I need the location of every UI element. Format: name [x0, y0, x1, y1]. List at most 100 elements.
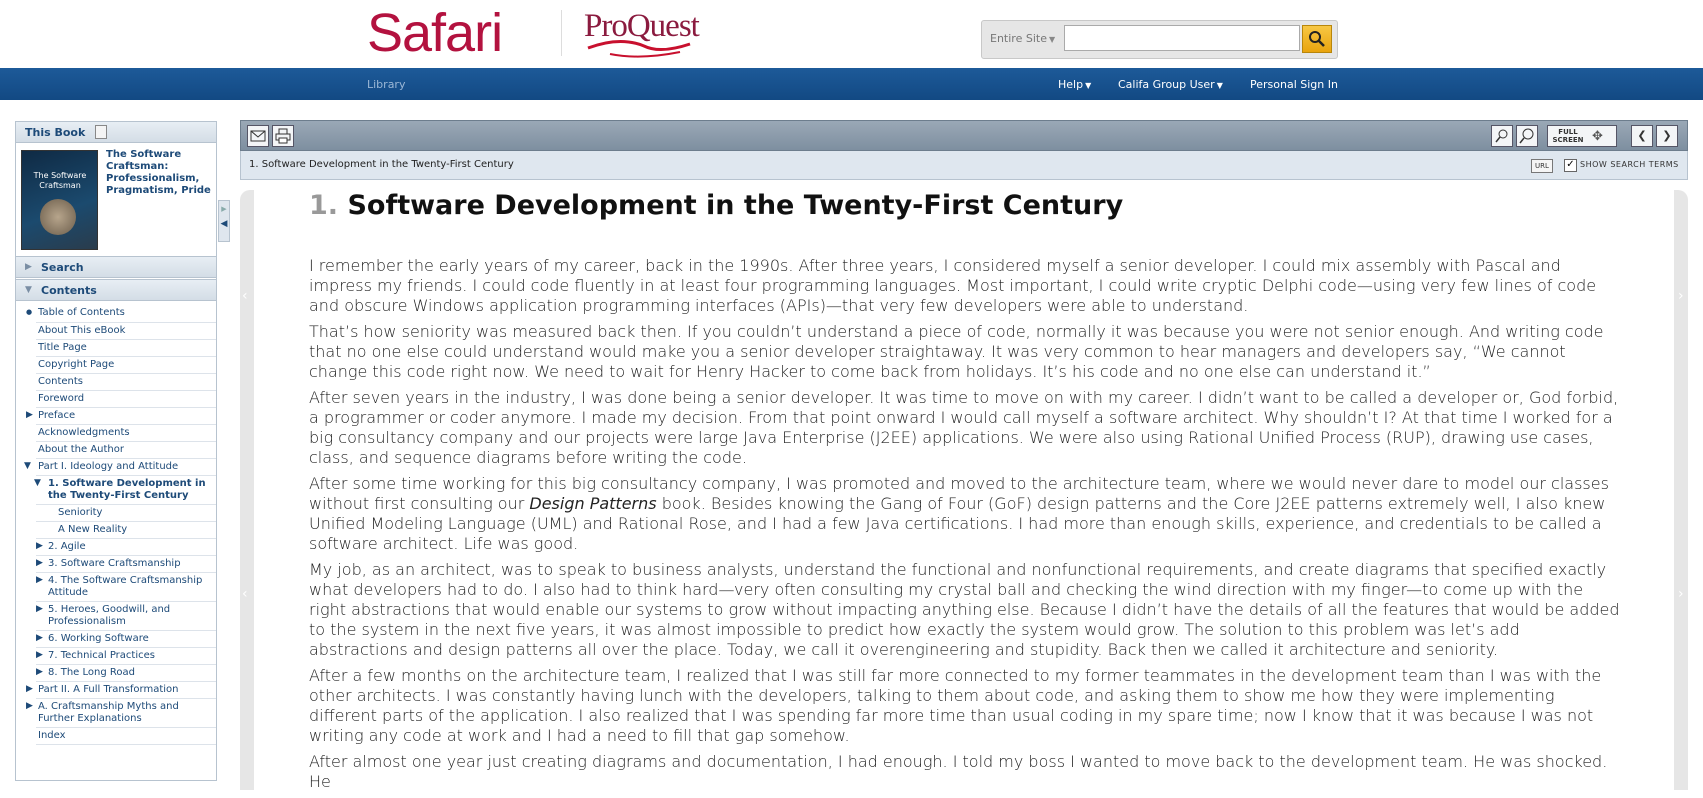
- chevron-right-icon[interactable]: ▶: [36, 667, 43, 677]
- divider: [36, 322, 216, 323]
- chevron-right-icon: ❯: [1662, 129, 1672, 142]
- sidebar-contents-label: Contents: [41, 284, 97, 297]
- breadcrumb-current: 1. Software Development in the Twenty-Fi…: [249, 159, 514, 170]
- chevron-down-icon: ▼: [25, 285, 32, 295]
- divider: [36, 698, 216, 699]
- chapter-body: I remember the early years of my career,…: [309, 256, 1621, 798]
- toc-item-index[interactable]: Index: [38, 730, 66, 742]
- chevron-right-icon[interactable]: ▶: [36, 633, 43, 643]
- cover-art: [40, 199, 76, 235]
- paragraph: After a few months on the architecture t…: [309, 666, 1602, 745]
- divider: [36, 424, 216, 425]
- book-title-link[interactable]: The Software Craftsman: Professionalism,…: [106, 149, 211, 197]
- toc-item-preface[interactable]: Preface: [38, 410, 75, 422]
- chevron-right-icon[interactable]: ▶: [36, 650, 43, 660]
- print-button[interactable]: [272, 125, 294, 147]
- toc-item-chapter-4[interactable]: 4. The Software Craftsmanship Attitude: [48, 575, 208, 599]
- divider: [36, 475, 216, 476]
- toc-item-part-2[interactable]: Part II. A Full Transformation: [38, 684, 179, 696]
- chevron-down-icon: ▼: [1048, 35, 1056, 44]
- sidebar-search-section[interactable]: ▶ Search: [16, 256, 216, 278]
- toc-item-chapter-2[interactable]: 2. Agile: [48, 541, 86, 553]
- toc-item-part-1[interactable]: Part I. Ideology and Attitude: [38, 461, 178, 473]
- toc-item-chapter-1-current[interactable]: 1. Software Development in the Twenty-Fi…: [48, 478, 208, 502]
- toc-item-appendix-a[interactable]: A. Craftsmanship Myths and Further Expla…: [38, 701, 208, 725]
- toc-item-about-ebook[interactable]: About This eBook: [38, 325, 125, 337]
- toc-item-new-reality[interactable]: A New Reality: [58, 524, 127, 536]
- chevron-right-icon[interactable]: ▶: [36, 541, 43, 551]
- chevron-down-icon[interactable]: ▼: [34, 478, 41, 488]
- book-reference: Design Patterns: [529, 494, 657, 513]
- toc-item-copyright[interactable]: Copyright Page: [38, 359, 114, 371]
- chevron-right-icon[interactable]: ▶: [36, 604, 43, 614]
- divider: [36, 441, 216, 442]
- logo-divider: [561, 10, 562, 56]
- header: Safari ProQuest Entire Site ▼: [0, 0, 1703, 68]
- nav-library-link[interactable]: Library: [367, 78, 405, 91]
- nav-sign-in-link[interactable]: Personal Sign In: [1250, 78, 1338, 91]
- toc-item-seniority[interactable]: Seniority: [58, 507, 102, 519]
- previous-page-edge[interactable]: ‹ ‹: [240, 190, 254, 790]
- divider: [36, 504, 216, 505]
- zoom-out-button[interactable]: [1491, 125, 1513, 147]
- url-button[interactable]: URL: [1531, 159, 1553, 173]
- sidebar-contents-section[interactable]: ▼ Contents: [16, 279, 216, 301]
- chevron-down-icon[interactable]: ▼: [24, 461, 31, 471]
- toc-item-about-author[interactable]: About the Author: [38, 444, 124, 456]
- previous-page-button[interactable]: ❮: [1631, 125, 1653, 147]
- toc-item-title-page[interactable]: Title Page: [38, 342, 87, 354]
- divider: [36, 458, 216, 459]
- fullscreen-label: FULL SCREEN: [1552, 128, 1584, 144]
- chevron-right-icon[interactable]: ▶: [26, 684, 33, 694]
- fullscreen-button[interactable]: FULL SCREEN ✥: [1547, 125, 1617, 147]
- search-box: Entire Site ▼: [981, 20, 1338, 59]
- next-page-button[interactable]: ❯: [1656, 125, 1678, 147]
- nav-help-label: Help: [1058, 78, 1084, 91]
- safari-logo[interactable]: Safari: [367, 2, 503, 64]
- show-search-terms-checkbox[interactable]: ✓: [1564, 159, 1577, 172]
- toc-item-foreword[interactable]: Foreword: [38, 393, 84, 405]
- chevron-right-icon[interactable]: ▶: [36, 575, 43, 585]
- divider: [36, 727, 216, 728]
- chevron-right-icon[interactable]: ▶: [26, 701, 33, 711]
- next-page-edge[interactable]: › ›: [1674, 190, 1688, 790]
- divider: [36, 572, 216, 573]
- toc-item-chapter-7[interactable]: 7. Technical Practices: [48, 650, 155, 662]
- divider: [36, 601, 216, 602]
- this-book-label: This Book: [25, 126, 86, 139]
- book-info-icon[interactable]: [95, 125, 107, 139]
- divider: [36, 390, 216, 391]
- nav-help-menu[interactable]: Help ▼: [1058, 78, 1091, 91]
- divider: [36, 538, 216, 539]
- cover-title: The Software Craftsman: [33, 171, 87, 190]
- toc-item-contents[interactable]: Contents: [38, 376, 83, 388]
- divider: [36, 664, 216, 665]
- chevron-right-icon[interactable]: ▶: [36, 558, 43, 568]
- search-input[interactable]: [1064, 25, 1300, 51]
- envelope-icon: [250, 130, 266, 142]
- chevron-left-icon: ‹: [242, 288, 248, 304]
- toc-item-chapter-6[interactable]: 6. Working Software: [48, 633, 149, 645]
- printer-icon: [275, 128, 291, 144]
- chevron-right-icon[interactable]: ▶: [26, 410, 33, 420]
- sidebar-search-label: Search: [41, 261, 84, 274]
- toc-item-table-of-contents[interactable]: Table of Contents: [38, 307, 125, 319]
- divider: [36, 744, 216, 745]
- zoom-in-icon: [1519, 128, 1534, 144]
- sidebar-collapse-toggle[interactable]: ▶ ◀: [218, 200, 230, 242]
- search-button[interactable]: [1302, 25, 1332, 53]
- chevron-right-icon: ›: [1678, 288, 1684, 304]
- email-button[interactable]: [247, 125, 269, 147]
- search-scope-select[interactable]: Entire Site ▼: [990, 32, 1055, 45]
- book-cover-image[interactable]: The Software Craftsman: [21, 150, 98, 250]
- page-title: 1. Software Development in the Twenty-Fi…: [309, 190, 1123, 221]
- toc-item-chapter-5[interactable]: 5. Heroes, Goodwill, and Professionalism: [48, 604, 208, 628]
- nav-group-user-menu[interactable]: Califa Group User ▼: [1118, 78, 1223, 91]
- toc-item-chapter-3[interactable]: 3. Software Craftsmanship: [48, 558, 181, 570]
- toc-item-acknowledgments[interactable]: Acknowledgments: [38, 427, 130, 439]
- divider: [36, 356, 216, 357]
- toc-item-chapter-8[interactable]: 8. The Long Road: [48, 667, 135, 679]
- divider: [36, 630, 216, 631]
- zoom-in-button[interactable]: [1516, 125, 1538, 147]
- sidebar: This Book The Software Craftsman The Sof…: [15, 121, 217, 781]
